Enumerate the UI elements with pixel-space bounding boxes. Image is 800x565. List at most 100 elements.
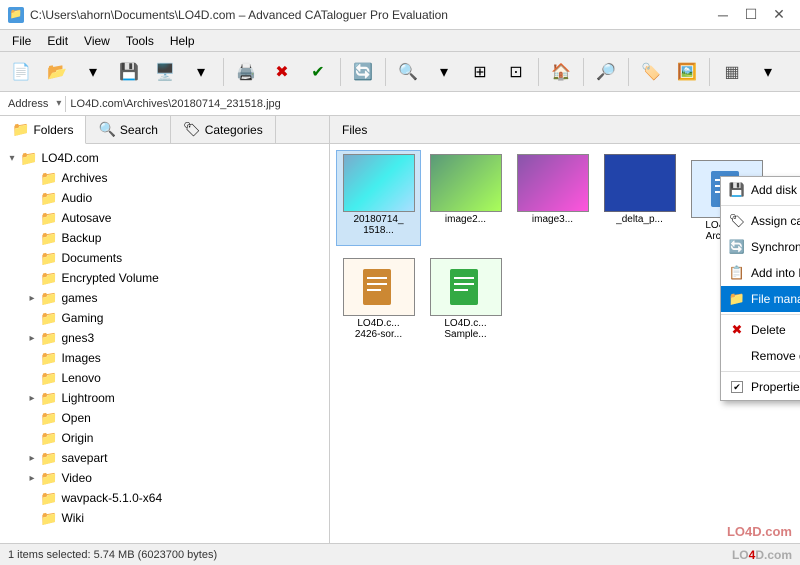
- menu-tools[interactable]: Tools: [118, 32, 162, 50]
- tree-item-lightroom[interactable]: ▸ 📁 Lightroom: [0, 388, 329, 408]
- tree-item-audio[interactable]: ▸ 📁 Audio: [0, 188, 329, 208]
- tree-item-open[interactable]: ▸ 📁 Open: [0, 408, 329, 428]
- add-disk-button[interactable]: 🖥️: [148, 55, 182, 89]
- address-dropdown-btn[interactable]: ▾: [56, 98, 61, 109]
- lo4d-watermark: LO4D.com: [727, 524, 792, 539]
- open-dropdown-button[interactable]: ▾: [76, 55, 110, 89]
- ctx-delete-label: Delete: [751, 323, 800, 337]
- expand-icon-video[interactable]: ▸: [24, 470, 40, 486]
- expand-icon-games[interactable]: ▸: [24, 290, 40, 306]
- ctx-delete[interactable]: ✖ Delete Del: [721, 317, 800, 343]
- open-button[interactable]: 📂: [40, 55, 74, 89]
- ctx-add-notepad[interactable]: 📋 Add into Notepad Ctrl+C: [721, 260, 800, 286]
- menu-file[interactable]: File: [4, 32, 39, 50]
- add-disk-icon: 🖥️: [154, 61, 176, 83]
- maximize-button[interactable]: ☐: [738, 5, 764, 25]
- tree-item-gnes3[interactable]: ▸ 📁 gnes3: [0, 328, 329, 348]
- folder-icon-savepart: 📁: [40, 450, 57, 467]
- tree-item-lenovo[interactable]: ▸ 📁 Lenovo: [0, 368, 329, 388]
- tab-folders[interactable]: 📁 Folders: [0, 116, 86, 144]
- tree-item-backup[interactable]: ▸ 📁 Backup: [0, 228, 329, 248]
- gray-btn-1[interactable]: 🖨️: [229, 55, 263, 89]
- ctx-synchronize[interactable]: 🔄 Synchronize ... Ctrl+R: [721, 234, 800, 260]
- tree-label-gnes3: gnes3: [61, 331, 94, 345]
- add-disk-dropdown-button[interactable]: ▾: [184, 55, 218, 89]
- right-panel: Files 20180714_1518... image2... image3.…: [330, 116, 800, 543]
- ctx-add-disk[interactable]: 💾 Add disk or folder ... Ctrl+2: [721, 177, 800, 203]
- context-menu: 💾 Add disk or folder ... Ctrl+2 🏷 Assign…: [720, 176, 800, 401]
- file-cell-6[interactable]: LO4D.c...Sample...: [423, 254, 508, 344]
- expand-icon-lo4d[interactable]: ▾: [4, 150, 20, 166]
- tree-item-archives[interactable]: ▸ 📁 Archives: [0, 168, 329, 188]
- image-button[interactable]: 🖼️: [670, 55, 704, 89]
- home-button[interactable]: 🏠: [544, 55, 578, 89]
- ctx-file-management[interactable]: 📁 File management ▶: [721, 286, 800, 312]
- toolbar-separator-2: [340, 58, 341, 86]
- tree-item-video[interactable]: ▸ 📁 Video: [0, 468, 329, 488]
- tab-categories[interactable]: 🏷 Categories: [171, 116, 276, 143]
- view-btn-1[interactable]: ⊞: [463, 55, 497, 89]
- file-cell-0[interactable]: 20180714_1518...: [336, 150, 421, 246]
- folder-icon-lightroom: 📁: [40, 390, 57, 407]
- folder-tree[interactable]: ▾ 📁 LO4D.com ▸ 📁 Archives ▸ 📁 Audio ▸ 📁 …: [0, 144, 329, 543]
- search-tab-label: Search: [120, 123, 158, 137]
- expand-icon-savepart[interactable]: ▸: [24, 450, 40, 466]
- delete-button[interactable]: ✖: [265, 55, 299, 89]
- view-icon-1: ⊞: [469, 61, 491, 83]
- save-button[interactable]: 💾: [112, 55, 146, 89]
- grid-dropdown-button[interactable]: ▾: [751, 55, 785, 89]
- folder-icon-wiki: 📁: [40, 510, 57, 527]
- minimize-button[interactable]: ─: [710, 5, 736, 25]
- file-cell-5[interactable]: LO4D.c...2426-sor...: [336, 254, 421, 344]
- view-btn-2[interactable]: ⊡: [499, 55, 533, 89]
- search-icon: 🔍: [397, 61, 419, 83]
- file-cell-3[interactable]: _delta_p...: [597, 150, 682, 246]
- folder-icon-games: 📁: [40, 290, 57, 307]
- zoom-button[interactable]: 🔎: [589, 55, 623, 89]
- close-button[interactable]: ✕: [766, 5, 792, 25]
- expand-icon-gnes3[interactable]: ▸: [24, 330, 40, 346]
- notepad-ctx-icon: 📋: [729, 265, 745, 281]
- file-cell-1[interactable]: image2...: [423, 150, 508, 246]
- folder-icon-gnes3: 📁: [40, 330, 57, 347]
- check-button[interactable]: ✔: [301, 55, 335, 89]
- tree-label-gaming: Gaming: [61, 311, 103, 325]
- tree-item-origin[interactable]: ▸ 📁 Origin: [0, 428, 329, 448]
- ctx-properties[interactable]: ✔ Properties Alt+Enter: [721, 374, 800, 400]
- ctx-remove-desc[interactable]: Remove descriptions ...: [721, 343, 800, 369]
- tree-item-games[interactable]: ▸ 📁 games: [0, 288, 329, 308]
- tree-item-autosave[interactable]: ▸ 📁 Autosave: [0, 208, 329, 228]
- search-dropdown-button[interactable]: ▾: [427, 55, 461, 89]
- menu-view[interactable]: View: [76, 32, 118, 50]
- menu-edit[interactable]: Edit: [39, 32, 76, 50]
- folder-icon-origin: 📁: [40, 430, 57, 447]
- expand-icon-lightroom[interactable]: ▸: [24, 390, 40, 406]
- gray-icon-1: 🖨️: [235, 61, 257, 83]
- menu-help[interactable]: Help: [162, 32, 203, 50]
- file-cell-2[interactable]: image3...: [510, 150, 595, 246]
- tree-item-images[interactable]: ▸ 📁 Images: [0, 348, 329, 368]
- new-catalog-button[interactable]: 📄: [4, 55, 38, 89]
- tree-item-gaming[interactable]: ▸ 📁 Gaming: [0, 308, 329, 328]
- tab-search[interactable]: 🔍 Search: [86, 116, 170, 143]
- search-button[interactable]: 🔍: [391, 55, 425, 89]
- ctx-sep-3: [721, 371, 800, 372]
- sync-button[interactable]: 🔄: [346, 55, 380, 89]
- grid-icon: ▦: [721, 61, 743, 83]
- tree-label-games: games: [61, 291, 97, 305]
- tree-label-open: Open: [61, 411, 90, 425]
- tree-item-lo4d[interactable]: ▾ 📁 LO4D.com: [0, 148, 329, 168]
- tree-item-encrypted[interactable]: ▸ 📁 Encrypted Volume: [0, 268, 329, 288]
- folder-icon-open: 📁: [40, 410, 57, 427]
- file-thumb-6: [430, 258, 502, 316]
- tree-item-wavpack[interactable]: ▸ 📁 wavpack-5.1.0-x64: [0, 488, 329, 508]
- files-tab-label: Files: [342, 123, 367, 137]
- grid-button[interactable]: ▦: [715, 55, 749, 89]
- tree-item-savepart[interactable]: ▸ 📁 savepart: [0, 448, 329, 468]
- tags-button[interactable]: 🏷️: [634, 55, 668, 89]
- ctx-assign-categories[interactable]: 🏷 Assign categories ... Ctrl+K: [721, 208, 800, 234]
- tree-item-wiki[interactable]: ▸ 📁 Wiki: [0, 508, 329, 528]
- tree-item-documents[interactable]: ▸ 📁 Documents: [0, 248, 329, 268]
- dropdown-arrow2-icon: ▾: [190, 61, 212, 83]
- grid-dropdown-icon: ▾: [757, 61, 779, 83]
